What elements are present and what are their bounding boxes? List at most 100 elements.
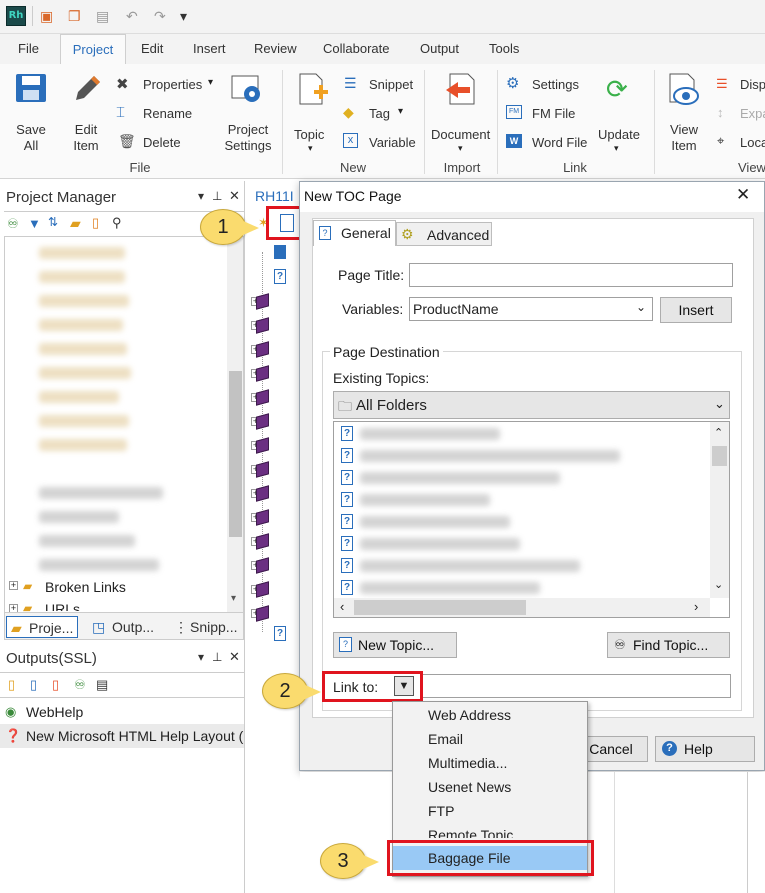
paste-icon[interactable]: ▤: [96, 8, 109, 25]
find-topic-button[interactable]: ♾ Find Topic...: [607, 632, 730, 658]
variable-button[interactable]: Variable: [369, 135, 416, 151]
close-icon[interactable]: ✕: [229, 649, 240, 665]
display-button[interactable]: Disp: [740, 77, 765, 93]
toc-book-row[interactable]: +: [251, 602, 300, 626]
toc-book-row[interactable]: +: [251, 362, 300, 386]
tab-file[interactable]: File: [18, 34, 39, 64]
tab-project[interactable]: Project: [60, 34, 126, 64]
pin-icon[interactable]: ⊥: [212, 189, 222, 203]
generate-icon[interactable]: ▯: [30, 677, 37, 693]
view-item-button[interactable]: View Item: [664, 122, 704, 154]
urls-item[interactable]: URLs: [45, 601, 80, 611]
scrollbar-thumb[interactable]: [229, 371, 242, 537]
tab-advanced[interactable]: ⚙ Advanced: [396, 222, 492, 246]
toc-book-row[interactable]: +: [251, 578, 300, 602]
pin-icon[interactable]: ⊥: [212, 650, 222, 664]
tab-outputs[interactable]: ◳ Outp...: [90, 616, 154, 638]
tab-snippets[interactable]: ⋮ Snipp...: [172, 616, 237, 638]
batch-icon[interactable]: ▤: [96, 677, 108, 693]
toc-book-row[interactable]: +: [251, 338, 300, 362]
customize-qat-icon[interactable]: ▾: [180, 8, 187, 25]
expand-button[interactable]: Expa: [740, 106, 765, 122]
menu-item-usenet-news[interactable]: Usenet News: [428, 776, 511, 798]
tab-output[interactable]: Output: [420, 34, 459, 64]
snippet-button[interactable]: Snippet: [369, 77, 413, 93]
settings-button[interactable]: Settings: [532, 77, 579, 93]
delete-button[interactable]: Delete: [143, 135, 181, 151]
tab-general[interactable]: ? General: [313, 220, 396, 246]
close-icon[interactable]: ✕: [736, 185, 750, 205]
update-dropdown-icon[interactable]: ▾: [614, 143, 619, 154]
expand-toggle-icon[interactable]: +: [9, 581, 18, 590]
new-output-icon[interactable]: ▯: [8, 677, 15, 693]
menu-item-remote-topic[interactable]: Remote Topic...: [428, 824, 525, 838]
properties-button[interactable]: Properties: [143, 77, 202, 93]
tab-insert[interactable]: Insert: [193, 34, 226, 64]
menu-item-web-address[interactable]: Web Address: [428, 704, 511, 726]
tab-review[interactable]: Review: [254, 34, 297, 64]
variables-select[interactable]: ProductName ⌄: [409, 297, 653, 321]
fm-file-button[interactable]: FM File: [532, 106, 575, 122]
scroll-down-icon[interactable]: ⌄: [714, 578, 723, 591]
toc-tab-title[interactable]: RH11I: [255, 188, 294, 204]
tab-collaborate[interactable]: Collaborate: [323, 34, 390, 64]
tab-tools[interactable]: Tools: [489, 34, 519, 64]
tag-button[interactable]: Tag: [369, 106, 390, 122]
toc-book-row[interactable]: +: [251, 386, 300, 410]
save-all-button[interactable]: Save All: [10, 122, 52, 154]
dropdown-icon[interactable]: ▾: [198, 189, 204, 203]
folder-select[interactable]: 🗀 All Folders ⌄: [333, 391, 730, 419]
toc-book-row[interactable]: +: [251, 458, 300, 482]
undo-icon[interactable]: ↶: [126, 8, 138, 25]
toc-book-row[interactable]: +: [251, 506, 300, 530]
document-dropdown-icon[interactable]: ▾: [458, 143, 463, 154]
toc-book-row[interactable]: +: [251, 554, 300, 578]
filter-icon[interactable]: ▼: [28, 216, 41, 231]
dropdown-icon[interactable]: ▾: [198, 650, 204, 664]
output-item-webhelp[interactable]: WebHelp: [26, 704, 83, 720]
scrollbar-thumb[interactable]: [354, 600, 526, 615]
project-settings-button[interactable]: Project Settings: [222, 122, 274, 154]
rename-button[interactable]: Rename: [143, 106, 192, 122]
folder-icon[interactable]: ▰: [70, 215, 81, 232]
topic-dropdown-icon[interactable]: ▾: [308, 143, 313, 154]
existing-topics-list[interactable]: ? ? ? ? ? ? ? ? ⌃ ⌄ ‹ ›: [333, 421, 730, 618]
help-button[interactable]: ? Help: [655, 736, 755, 762]
scroll-left-icon[interactable]: ‹: [340, 599, 344, 614]
word-file-button[interactable]: Word File: [532, 135, 587, 151]
redo-icon[interactable]: ↷: [154, 8, 166, 25]
edit-item-button[interactable]: Edit Item: [66, 122, 106, 154]
menu-item-multimedia[interactable]: Multimedia...: [428, 752, 507, 774]
tab-project-manager[interactable]: ▰ Proje...: [6, 616, 78, 638]
properties-dropdown-icon[interactable]: ▾: [208, 77, 213, 88]
update-button[interactable]: Update: [598, 127, 640, 143]
copy-icon[interactable]: ❐: [68, 8, 81, 25]
toc-book-row[interactable]: +: [251, 530, 300, 554]
output-item-html-help[interactable]: New Microsoft HTML Help Layout (: [26, 728, 243, 744]
close-icon[interactable]: ✕: [229, 188, 240, 204]
save-icon[interactable]: ▣: [40, 8, 53, 25]
publish-icon[interactable]: ▯: [52, 677, 59, 693]
scrollbar-thumb[interactable]: [712, 446, 727, 466]
new-topic-button[interactable]: ? New Topic...: [333, 632, 457, 658]
toc-book-row[interactable]: +: [251, 290, 300, 314]
sort-icon[interactable]: ⇅: [48, 215, 58, 229]
toc-book-row[interactable]: +: [251, 482, 300, 506]
find-icon[interactable]: ⚲: [112, 215, 122, 231]
toc-book-row[interactable]: +: [251, 410, 300, 434]
scroll-right-icon[interactable]: ›: [694, 599, 698, 614]
tag-dropdown-icon[interactable]: ▾: [398, 106, 403, 117]
scroll-down-icon[interactable]: ▾: [231, 593, 236, 604]
document-button[interactable]: Document: [431, 127, 490, 143]
broken-links-item[interactable]: Broken Links: [45, 579, 126, 595]
locate-button[interactable]: Loca: [740, 135, 765, 151]
toc-book-row[interactable]: +: [251, 434, 300, 458]
view-output-icon[interactable]: ♾: [74, 677, 86, 693]
tab-edit[interactable]: Edit: [141, 34, 163, 64]
topic-button[interactable]: Topic: [294, 127, 324, 143]
menu-item-ftp[interactable]: FTP: [428, 800, 454, 822]
expand-toggle-icon[interactable]: +: [9, 604, 18, 612]
binoculars-icon[interactable]: ♾: [7, 216, 19, 232]
menu-item-email[interactable]: Email: [428, 728, 463, 750]
page-title-input[interactable]: [409, 263, 733, 287]
